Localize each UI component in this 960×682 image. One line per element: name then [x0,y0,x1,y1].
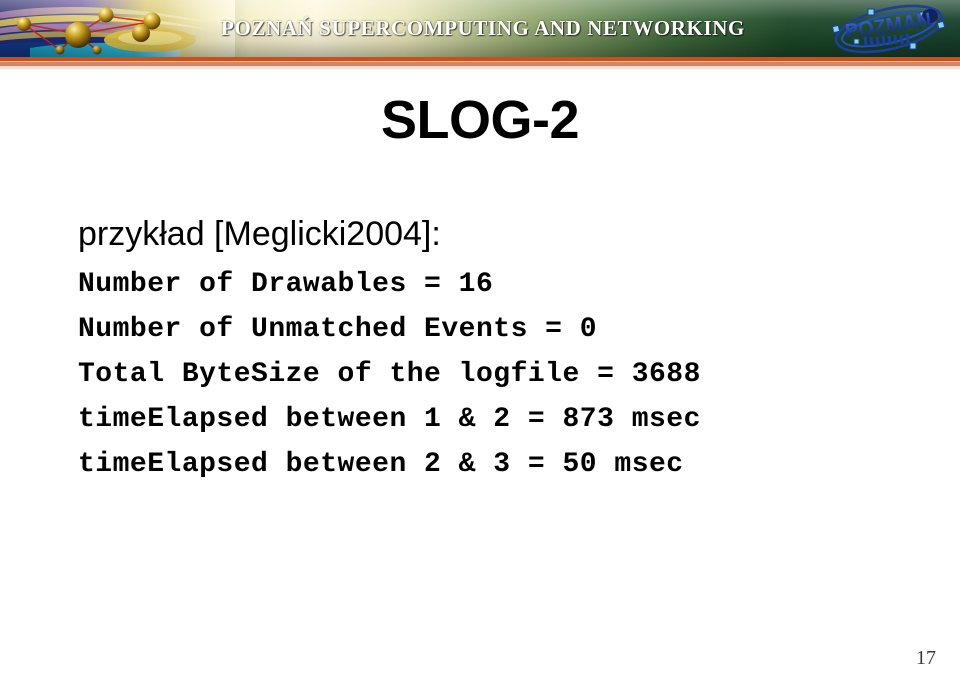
code-line: timeElapsed between 1 & 2 = 873 msec [78,404,701,435]
code-line: Total ByteSize of the logfile = 3688 [78,359,701,390]
code-line: Number of Drawables = 16 [78,269,494,300]
organization-name: POZNAŃ SUPERCOMPUTING AND NETWORKING [221,16,745,40]
pozman-orbit-logo: POZMAN [824,1,954,57]
lead-text: przykład [Meglicki2004]: [78,215,441,253]
slide-content: przykład [Meglicki2004]: Number of Drawa… [78,214,938,487]
code-line: timeElapsed between 2 & 3 = 50 msec [78,449,684,480]
header-banner: POZNAŃ SUPERCOMPUTING AND NETWORKING POZ… [0,0,960,57]
network-nodes-graphic [0,0,235,57]
code-output-list: Number of Drawables = 16 Number of Unmat… [78,262,938,487]
slide-title: SLOG-2 [380,90,580,150]
page-number: 17 [916,647,936,669]
slide-body: SLOG-2 przykład [Meglicki2004]: Number o… [0,69,960,682]
code-line: Number of Unmatched Events = 0 [78,314,598,345]
